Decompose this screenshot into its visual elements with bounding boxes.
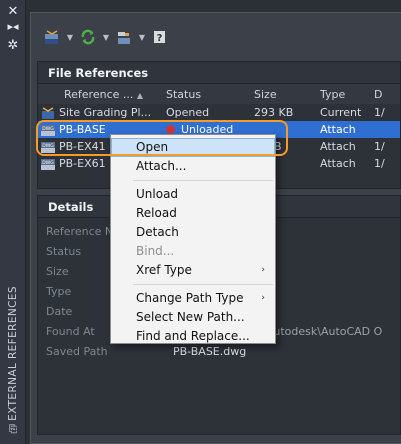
properties-icon[interactable]: ⎘ — [0, 424, 26, 435]
cell-date: 1/ — [374, 157, 385, 170]
table-row[interactable]: Site Grading Pl... Opened 293 KB Current… — [38, 104, 400, 121]
sort-ascending-icon: ▲ — [136, 90, 144, 100]
help-icon[interactable]: ? — [151, 29, 169, 45]
cell-date: 1/ — [374, 106, 385, 119]
cell-reference-name: Site Grading Pl... — [59, 106, 152, 119]
svg-text:DWG: DWG — [42, 160, 54, 166]
svg-text:DWG: DWG — [42, 126, 54, 132]
cell-date: 1/ — [374, 140, 385, 153]
menu-item-select-new-path[interactable]: Select New Path... — [111, 308, 275, 327]
cell-type: Attach — [320, 123, 356, 136]
menu-item-xref-type[interactable]: Xref Type › — [111, 261, 275, 280]
menu-item-unload[interactable]: Unload — [111, 185, 275, 204]
menu-separator — [133, 284, 273, 285]
column-size[interactable]: Size — [250, 88, 316, 101]
menu-item-label: Change Path Type — [136, 291, 244, 305]
column-date[interactable]: D — [370, 88, 390, 101]
dwg-file-icon: DWG — [41, 141, 55, 153]
change-path-icon[interactable] — [115, 29, 133, 45]
details-key: Saved Path — [46, 344, 108, 358]
pin-icon[interactable]: ▸◂ — [0, 20, 26, 33]
refresh-icon[interactable] — [79, 29, 97, 45]
details-value: PB-BASE.dwg — [173, 344, 247, 358]
column-type[interactable]: Type — [316, 88, 370, 101]
menu-separator — [133, 180, 273, 181]
palette-title-vertical: EXTERNAL REFERENCES — [7, 285, 19, 421]
refresh-dropdown-icon[interactable]: ▼ — [101, 33, 111, 42]
cell-type: Attach — [320, 157, 356, 170]
cell-status: Opened — [166, 106, 210, 119]
menu-item-label: Xref Type — [136, 263, 192, 277]
column-status[interactable]: Status — [162, 88, 250, 101]
menu-item-attach[interactable]: Attach... — [111, 157, 275, 176]
change-path-dropdown-icon[interactable]: ▼ — [137, 33, 147, 42]
menu-item-detach[interactable]: Detach — [111, 223, 275, 242]
current-drawing-icon — [42, 106, 54, 119]
column-reference-name[interactable]: Reference ... ▲ — [38, 88, 162, 101]
toolbar: ▼ ▼ ▼ ? — [43, 24, 169, 50]
menu-item-change-path-type[interactable]: Change Path Type › — [111, 289, 275, 308]
settings-icon[interactable]: ✲ — [0, 38, 26, 53]
menu-item-find-and-replace[interactable]: Find and Replace... — [111, 327, 275, 346]
submenu-arrow-icon: › — [261, 293, 265, 303]
dwg-file-icon: DWG — [41, 124, 55, 136]
submenu-arrow-icon: › — [261, 265, 265, 275]
cell-type: Current — [320, 106, 362, 119]
xref-context-menu: Open Attach... Unload Reload Detach Bind… — [110, 134, 276, 344]
palette-side-strip: ✕ ▸◂ ✲ EXTERNAL REFERENCES ⎘ — [0, 0, 26, 444]
dwg-file-icon: DWG — [41, 158, 55, 170]
file-references-header: Reference ... ▲ Status Size Type D — [38, 84, 400, 104]
unloaded-status-icon — [166, 125, 175, 134]
file-references-title: File References — [38, 62, 400, 84]
attach-dwg-icon[interactable] — [43, 29, 61, 45]
menu-item-open[interactable]: Open — [111, 138, 275, 157]
close-icon[interactable]: ✕ — [0, 4, 26, 19]
cell-size: 293 KB — [254, 106, 294, 119]
svg-text:DWG: DWG — [42, 143, 54, 149]
menu-item-bind[interactable]: Bind... — [111, 242, 275, 261]
menu-item-reload[interactable]: Reload — [111, 204, 275, 223]
svg-text:?: ? — [157, 33, 163, 44]
cell-type: Attach — [320, 140, 356, 153]
attach-dropdown-icon[interactable]: ▼ — [65, 33, 75, 42]
